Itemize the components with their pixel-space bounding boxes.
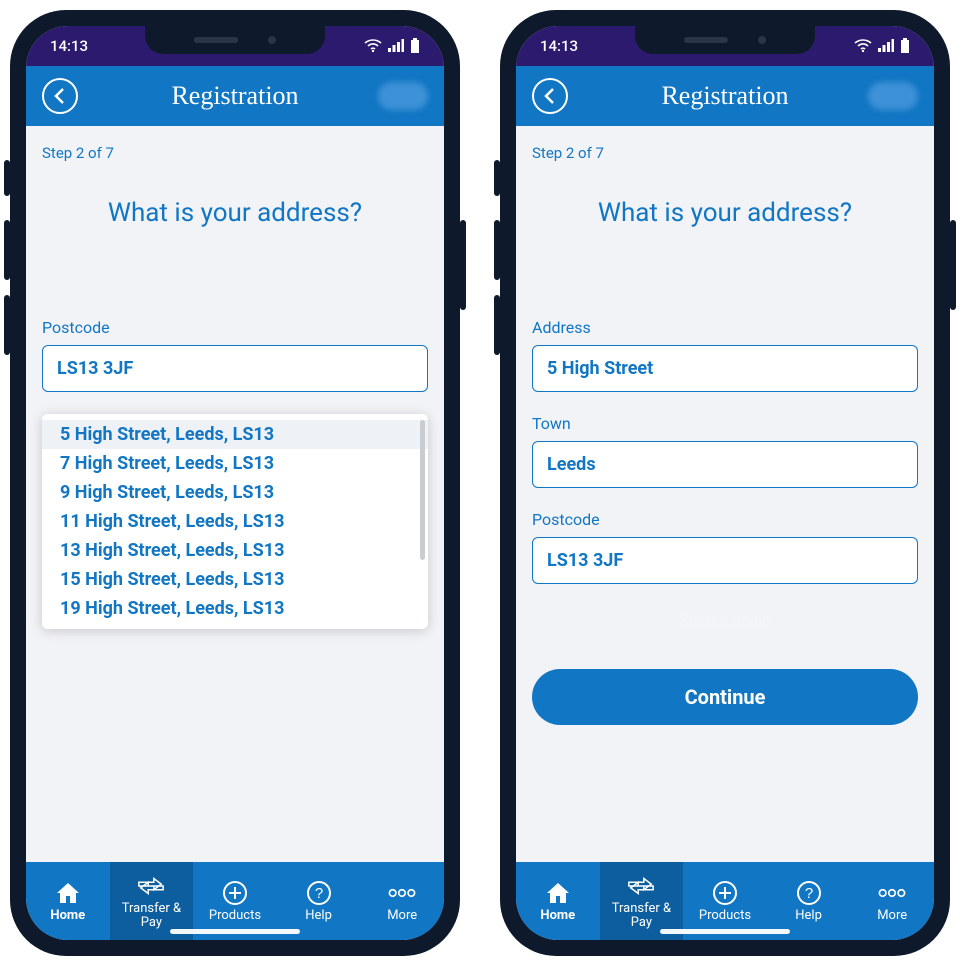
address-suggestion-dropdown[interactable]: 5 High Street, Leeds, LS13 7 High Street… [42,414,428,629]
page-heading: What is your address? [532,198,918,228]
phone-notch [635,26,815,54]
help-circle-icon: ? [795,879,823,907]
postcode-label: Postcode [532,510,918,529]
page-heading: What is your address? [42,198,428,228]
status-time: 14:13 [50,37,88,55]
svg-text:?: ? [314,885,322,902]
home-indicator [660,929,790,934]
nav-home[interactable]: Home [26,862,110,940]
battery-icon [900,38,910,54]
help-circle-icon: ? [305,879,333,907]
status-icons [364,38,420,54]
address-input[interactable]: 5 High Street [532,345,918,392]
chevron-left-icon [543,87,557,105]
wifi-icon [364,39,382,53]
nav-right-blur [868,82,918,110]
nav-more[interactable]: More [360,862,444,940]
plus-circle-icon [711,879,739,907]
suggestion-item[interactable]: 19 High Street, Leeds, LS13 [42,594,428,623]
status-icons [854,38,910,54]
back-button[interactable] [42,78,78,114]
signal-icon [388,39,404,53]
back-button[interactable] [532,78,568,114]
phone-notch [145,26,325,54]
town-input[interactable]: Leeds [532,441,918,488]
suggestion-item[interactable]: 5 High Street, Leeds, LS13 [42,420,428,449]
svg-text:?: ? [804,885,812,902]
continue-button[interactable]: Continue [532,669,918,725]
scrollbar[interactable] [420,420,425,560]
nav-home[interactable]: Home [516,862,600,940]
status-time: 14:13 [540,37,578,55]
search-again-link[interactable]: Search again [532,610,918,629]
postcode-input[interactable]: LS13 3JF [42,345,428,392]
transfer-icon [137,872,165,900]
town-label: Town [532,414,918,433]
suggestion-item[interactable]: 15 High Street, Leeds, LS13 [42,565,428,594]
step-indicator: Step 2 of 7 [532,144,918,162]
signal-icon [878,39,894,53]
chevron-left-icon [53,87,67,105]
suggestion-item[interactable]: 13 High Street, Leeds, LS13 [42,536,428,565]
plus-circle-icon [221,879,249,907]
step-indicator: Step 2 of 7 [42,144,428,162]
nav-bar: Registration [26,66,444,126]
home-icon [54,879,82,907]
wifi-icon [854,39,872,53]
home-icon [544,879,572,907]
nav-right-blur [378,82,428,110]
battery-icon [410,38,420,54]
address-label: Address [532,318,918,337]
phone-left: 14:13 Registration Step 2 of 7 What is y… [10,10,460,956]
more-icon [878,879,906,907]
transfer-icon [627,872,655,900]
suggestion-item[interactable]: 7 High Street, Leeds, LS13 [42,449,428,478]
phone-right: 14:13 Registration Step 2 of 7 What is y… [500,10,950,956]
postcode-label: Postcode [42,318,428,337]
suggestion-item[interactable]: 11 High Street, Leeds, LS13 [42,507,428,536]
postcode-input[interactable]: LS13 3JF [532,537,918,584]
home-indicator [170,929,300,934]
nav-more[interactable]: More [850,862,934,940]
more-icon [388,879,416,907]
suggestion-item[interactable]: 9 High Street, Leeds, LS13 [42,478,428,507]
nav-bar: Registration [516,66,934,126]
